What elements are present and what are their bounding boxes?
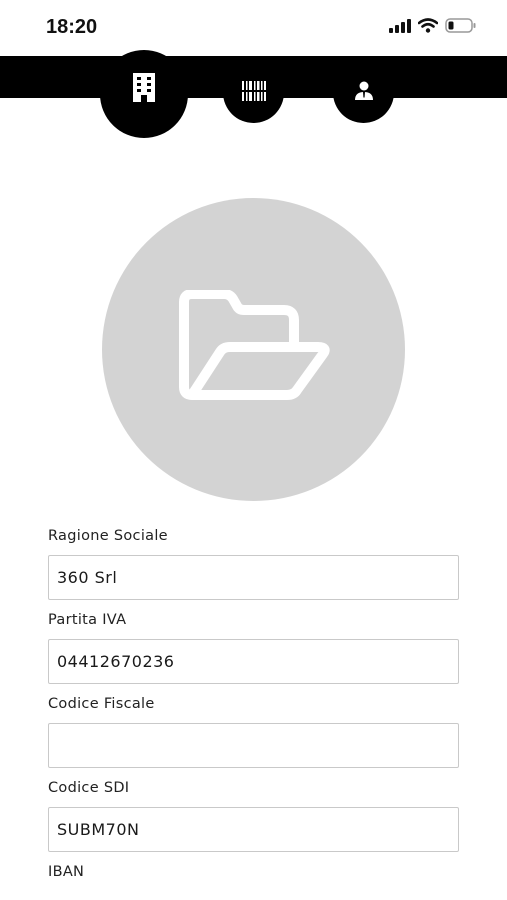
field-partita-iva: Partita IVA [48, 610, 460, 684]
wifi-icon [417, 18, 439, 37]
user-icon [354, 81, 374, 105]
tab-user[interactable] [333, 62, 394, 123]
status-time: 18:20 [46, 16, 98, 38]
tab-barcode[interactable] [223, 62, 284, 123]
partita-iva-label: Partita IVA [48, 612, 127, 628]
codice-sdi-label: Codice SDI [48, 780, 130, 796]
status-icons [389, 18, 477, 37]
folder-open-icon [176, 288, 332, 410]
company-form: Ragione Sociale Partita IVA Codice Fisca… [48, 526, 460, 892]
battery-icon [445, 18, 477, 37]
building-icon [131, 72, 157, 106]
cellular-signal-icon [389, 18, 411, 37]
iban-label: IBAN [48, 864, 85, 880]
codice-fiscale-label: Codice Fiscale [48, 696, 155, 712]
codice-sdi-input[interactable] [48, 807, 459, 852]
field-ragione-sociale: Ragione Sociale [48, 526, 460, 600]
field-iban: IBAN [48, 862, 460, 882]
ragione-sociale-input[interactable] [48, 555, 459, 600]
ragione-sociale-label: Ragione Sociale [48, 528, 168, 544]
status-bar: 18:20 [0, 0, 507, 56]
partita-iva-input[interactable] [48, 639, 459, 684]
barcode-icon [240, 80, 267, 106]
codice-fiscale-input[interactable] [48, 723, 459, 768]
field-codice-sdi: Codice SDI [48, 778, 460, 852]
tab-company[interactable] [100, 50, 188, 138]
field-codice-fiscale: Codice Fiscale [48, 694, 460, 768]
company-logo-picker[interactable] [102, 198, 405, 501]
